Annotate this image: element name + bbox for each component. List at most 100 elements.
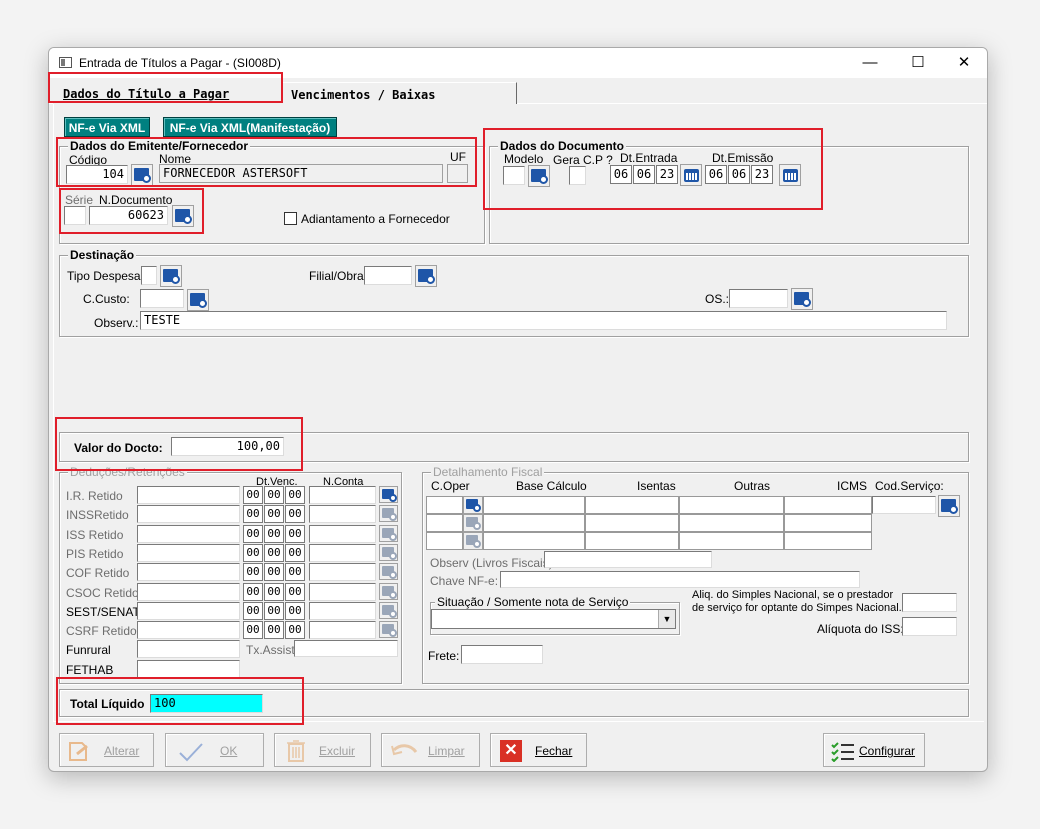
deducao-date-segment[interactable]: 00 (243, 486, 263, 504)
adiantamento-checkbox[interactable] (284, 212, 297, 225)
deducao-date-segment[interactable]: 00 (264, 601, 284, 620)
deducao-value-input[interactable] (137, 659, 240, 678)
tab-vencimentos-baixas[interactable]: Vencimentos / Baixas (281, 82, 517, 106)
dt-emissao-year[interactable]: 23 (751, 165, 773, 184)
ok-button[interactable]: OK (165, 733, 264, 767)
fiscal-grid-cell[interactable] (679, 532, 784, 550)
fiscal-grid-cell[interactable] (426, 532, 463, 550)
deducao-date-segment[interactable]: 00 (264, 582, 284, 601)
valor-input[interactable]: 100,00 (171, 437, 284, 456)
aliq-simples-input[interactable] (902, 593, 957, 612)
deducao-date-segment[interactable]: 00 (243, 582, 263, 601)
deducao-value-input[interactable] (137, 563, 240, 582)
deducao-date-segment[interactable]: 00 (264, 524, 284, 543)
deducao-search-button[interactable] (379, 486, 398, 503)
fiscal-grid-cell[interactable] (585, 532, 679, 550)
minimize-button[interactable]: — (847, 48, 893, 78)
deducao-search-button[interactable] (379, 543, 398, 561)
os-input[interactable] (729, 289, 788, 308)
fiscal-grid-cell[interactable] (483, 532, 585, 550)
filial-obra-input[interactable] (364, 266, 412, 285)
cod-servico-input[interactable] (872, 496, 936, 514)
deducao-date-segment[interactable]: 00 (285, 601, 305, 620)
deducao-nconta-input[interactable] (309, 563, 376, 582)
deducao-date-segment[interactable]: 00 (285, 505, 305, 524)
deducao-search-button[interactable] (379, 505, 398, 523)
fiscal-grid-cell[interactable] (426, 514, 463, 532)
deducao-search-button[interactable] (379, 621, 398, 639)
deducao-date-segment[interactable]: 00 (243, 601, 263, 620)
os-search-button[interactable] (791, 288, 813, 310)
observ-input[interactable]: TESTE (140, 311, 947, 330)
ndoc-input[interactable]: 60623 (89, 206, 168, 225)
tab-dados-titulo[interactable]: Dados do Título a Pagar (53, 82, 281, 106)
fiscal-grid-cell[interactable] (585, 496, 679, 514)
fiscal-grid-cell[interactable] (679, 514, 784, 532)
cod-servico-search-button[interactable] (938, 495, 960, 517)
dt-entrada-day[interactable]: 06 (610, 165, 632, 184)
deducao-date-segment[interactable]: 00 (285, 582, 305, 601)
tipo-despesa-input[interactable] (141, 266, 157, 285)
situacao-select[interactable]: ▼ (431, 609, 676, 629)
deducao-date-segment[interactable]: 00 (285, 486, 305, 504)
deducao-value-input[interactable] (137, 505, 240, 524)
modelo-input[interactable] (503, 166, 525, 185)
dt-emissao-month[interactable]: 06 (728, 165, 750, 184)
configurar-button[interactable]: Configurar (823, 733, 925, 767)
dt-entrada-month[interactable]: 06 (633, 165, 655, 184)
deducao-date-segment[interactable]: 00 (243, 505, 263, 524)
fiscal-grid-cell[interactable] (784, 514, 872, 532)
deducao-search-button[interactable] (379, 601, 398, 619)
dt-emissao-day[interactable]: 06 (705, 165, 727, 184)
deducao-date-segment[interactable]: 00 (264, 621, 284, 640)
deducao-nconta-input[interactable] (309, 621, 376, 640)
deducao-date-segment[interactable]: 00 (264, 543, 284, 562)
deducao-value-input[interactable] (137, 601, 240, 620)
fiscal-grid-cell[interactable] (426, 496, 463, 514)
limpar-button[interactable]: Limpar (381, 733, 480, 767)
deducao-date-segment[interactable]: 00 (243, 563, 263, 582)
deducao-date-segment[interactable]: 00 (264, 563, 284, 582)
dt-emissao-calendar-button[interactable] (779, 164, 801, 186)
deducao-value-input[interactable] (137, 582, 240, 601)
deducao-value-input[interactable] (137, 524, 240, 543)
ccusto-search-button[interactable] (187, 289, 209, 311)
deducao-nconta-input[interactable] (309, 486, 376, 504)
total-input[interactable]: 100 (150, 694, 263, 713)
deducao-date-segment[interactable]: 00 (243, 621, 263, 640)
ndoc-search-button[interactable] (172, 205, 194, 227)
dt-entrada-year[interactable]: 23 (656, 165, 678, 184)
fiscal-grid-cell[interactable] (585, 514, 679, 532)
deducao-date-segment[interactable]: 00 (285, 524, 305, 543)
deducao-search-button[interactable] (379, 563, 398, 581)
codigo-input[interactable]: 104 (66, 165, 128, 184)
codigo-search-button[interactable] (131, 164, 153, 186)
fiscal-grid-cell[interactable] (483, 496, 585, 514)
fechar-button[interactable]: ✕ Fechar (490, 733, 587, 767)
excluir-button[interactable]: Excluir (274, 733, 371, 767)
maximize-button[interactable]: ☐ (895, 48, 941, 78)
frete-input[interactable] (461, 645, 543, 664)
aliq-iss-input[interactable] (902, 617, 957, 636)
deducao-search-button[interactable] (379, 524, 398, 542)
gera-cp-input[interactable] (569, 166, 586, 185)
deducao-value-input[interactable] (137, 621, 240, 640)
serie-input[interactable] (64, 206, 86, 225)
tipo-despesa-search-button[interactable] (160, 265, 182, 287)
observ-livros-input[interactable] (544, 551, 712, 568)
tx-assist-input[interactable] (294, 640, 398, 657)
deducao-date-segment[interactable]: 00 (264, 486, 284, 504)
deducao-nconta-input[interactable] (309, 505, 376, 524)
deducao-date-segment[interactable]: 00 (264, 505, 284, 524)
coper-search-button[interactable] (463, 514, 483, 532)
deducao-nconta-input[interactable] (309, 543, 376, 562)
coper-search-button[interactable] (463, 496, 483, 514)
coper-search-button[interactable] (463, 532, 483, 550)
deducao-date-segment[interactable]: 00 (285, 543, 305, 562)
deducao-date-segment[interactable]: 00 (285, 563, 305, 582)
deducao-value-input[interactable] (137, 640, 240, 659)
fiscal-grid-cell[interactable] (784, 496, 872, 514)
deducao-search-button[interactable] (379, 582, 398, 600)
ccusto-input[interactable] (140, 289, 184, 308)
close-button[interactable]: ✕ (941, 48, 987, 78)
